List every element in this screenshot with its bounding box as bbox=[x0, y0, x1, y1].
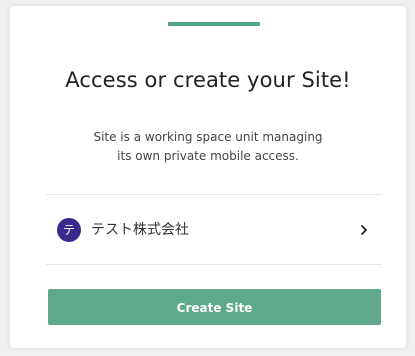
site-list-item[interactable]: テ テスト株式会社 bbox=[46, 195, 382, 264]
divider-bottom bbox=[46, 264, 382, 265]
site-selection-card: Access or create your Site! Site is a wo… bbox=[10, 6, 406, 348]
page-subtitle: Site is a working space unit managing it… bbox=[50, 128, 366, 166]
site-avatar: テ bbox=[57, 218, 81, 242]
page-title: Access or create your Site! bbox=[65, 68, 351, 92]
subtitle-line-1: Site is a working space unit managing bbox=[93, 130, 323, 144]
accent-bar bbox=[168, 22, 260, 26]
create-site-button[interactable]: Create Site bbox=[48, 289, 381, 325]
subtitle-line-2: its own private mobile access. bbox=[117, 149, 299, 163]
chevron-right-icon bbox=[361, 225, 367, 235]
site-name: テスト株式会社 bbox=[91, 222, 189, 238]
